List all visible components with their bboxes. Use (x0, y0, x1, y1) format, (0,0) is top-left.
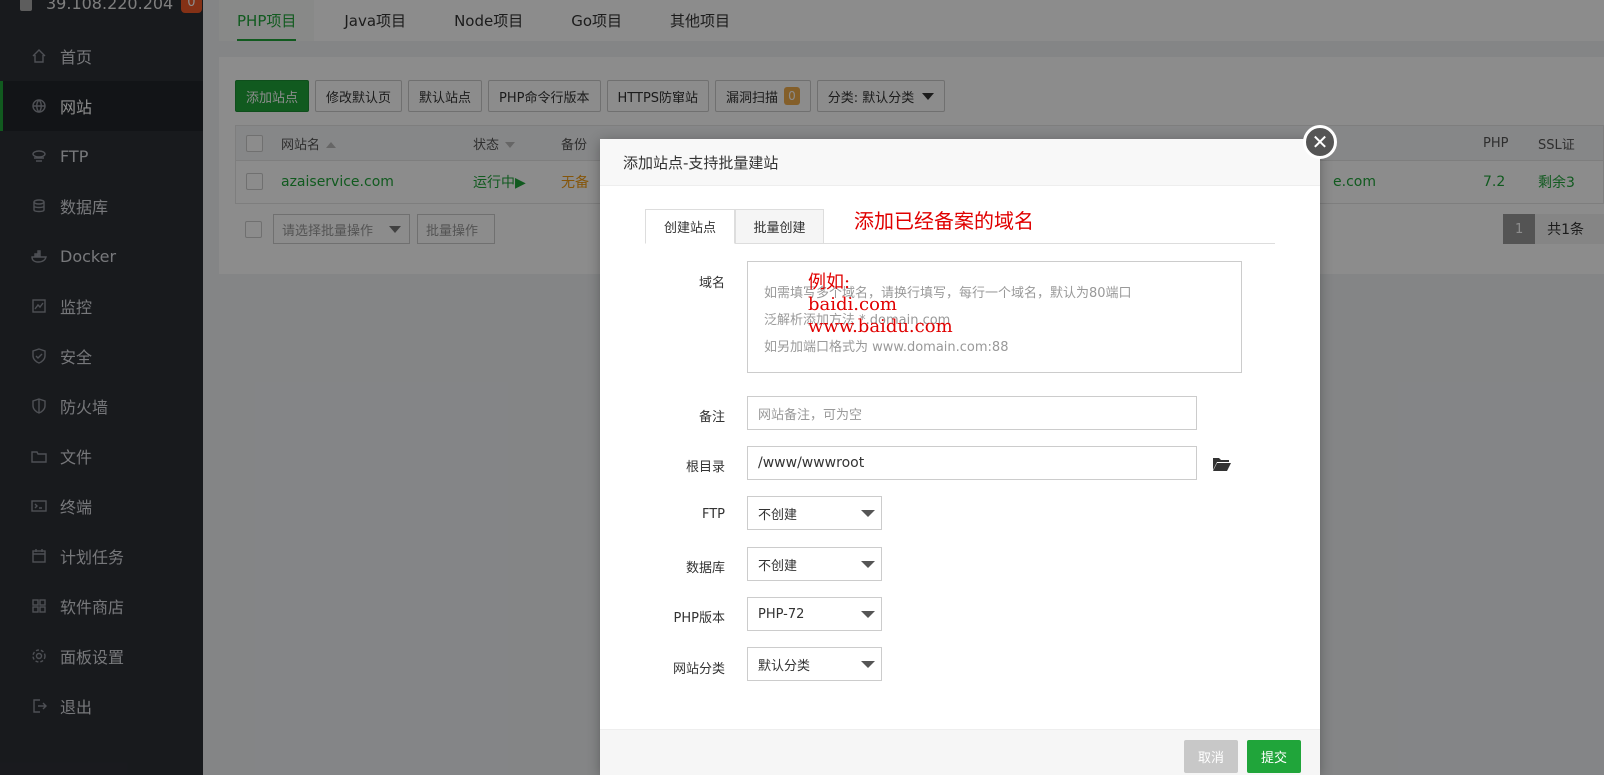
domain-placeholder-line: 如另加端口格式为 www.domain.com:88 (764, 340, 1009, 355)
remark-input[interactable]: 网站备注，可为空 (747, 396, 1197, 430)
category-select-value: 默认分类 (758, 658, 811, 674)
chevron-down-icon (861, 509, 875, 517)
folder-open-icon[interactable] (1212, 456, 1232, 472)
annotation-example-line: 例如: (808, 272, 851, 293)
tab-batch-create[interactable]: 批量创建 (735, 209, 824, 244)
chevron-down-icon (861, 560, 875, 568)
database-label: 数据库 (685, 561, 725, 576)
root-dir-label: 根目录 (685, 460, 725, 475)
ftp-label: FTP (701, 507, 725, 522)
category-select[interactable]: 默认分类 (747, 647, 882, 681)
tab-create-site[interactable]: 创建站点 (645, 209, 735, 244)
chevron-down-icon (861, 610, 875, 618)
database-select-value: 不创建 (758, 558, 798, 574)
annotation-example-line: www.baidu.com (808, 316, 953, 337)
php-version-select-value: PHP-72 (758, 606, 805, 622)
domain-textarea[interactable]: 如需填写多个域名，请换行填写，每行一个域名，默认为80端口 泛解析添加方法 *.… (747, 261, 1242, 373)
ftp-select-value: 不创建 (758, 507, 798, 523)
root-dir-input[interactable]: /www/wwwroot (747, 446, 1197, 480)
modal-header: 添加站点-支持批量建站 (600, 139, 1320, 186)
modal-footer: 取消 提交 (600, 729, 1320, 775)
php-version-select[interactable]: PHP-72 (747, 597, 882, 631)
submit-button[interactable]: 提交 (1247, 740, 1301, 773)
chevron-down-icon (861, 660, 875, 668)
remark-label: 备注 (698, 410, 725, 425)
annotation-example: 例如: baidi.com www.baidu.com (808, 272, 953, 338)
domain-label: 域名 (698, 276, 725, 291)
database-select[interactable]: 不创建 (747, 547, 882, 581)
close-icon[interactable]: ✕ (1303, 125, 1337, 159)
php-version-label: PHP版本 (673, 611, 725, 626)
cancel-button[interactable]: 取消 (1184, 740, 1238, 773)
category-label: 网站分类 (672, 662, 725, 677)
annotation-title: 添加已经备案的域名 (854, 209, 1034, 233)
annotation-example-line: baidi.com (808, 294, 897, 315)
ftp-select[interactable]: 不创建 (747, 496, 882, 530)
add-site-modal: 添加站点-支持批量建站 创建站点 批量创建 添加已经备案的域名 域名 如需填写多… (600, 139, 1320, 775)
modal-title: 添加站点-支持批量建站 (623, 153, 779, 172)
